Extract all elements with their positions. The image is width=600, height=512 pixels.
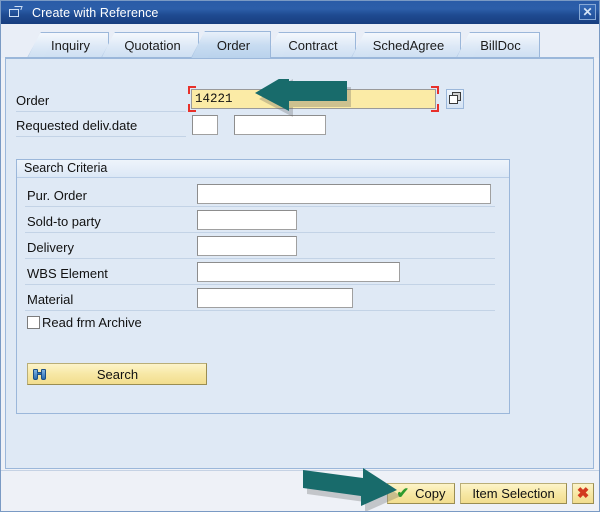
order-input[interactable] [191,89,436,109]
red-x-icon: ✖ [576,485,590,502]
pur-order-input[interactable] [197,184,491,204]
delivery-input[interactable] [197,236,297,256]
multiple-selection-icon[interactable] [446,89,464,109]
pur-order-divider [25,206,495,207]
item-selection-button-label: Item Selection [472,486,555,501]
order-row-divider [16,111,186,112]
tab-schedagree[interactable]: SchedAgree [351,32,461,58]
dialog-titlebar: Create with Reference ✕ [1,1,599,25]
tab-billdoc[interactable]: BillDoc [456,32,540,58]
order-label: Order [16,92,50,108]
binoculars-icon [32,367,47,381]
cancel-button[interactable]: ✖ [572,483,594,504]
close-icon[interactable]: ✕ [579,4,596,20]
sold-to-party-divider [25,232,495,233]
order-row: Order [16,89,49,111]
wbs-element-input[interactable] [197,262,400,282]
dialog-title: Create with Reference [32,5,159,20]
search-button-label: Search [96,366,139,382]
material-row: Material [27,288,73,310]
dialog-footer: ✔ Copy Item Selection ✖ [1,470,599,511]
copy-button[interactable]: ✔ Copy [387,483,455,504]
deliv-date-row-divider [16,136,186,137]
wbs-element-label: WBS Element [27,265,108,281]
tabstrip: Inquiry Quotation Order Contract SchedAg… [1,24,599,58]
tab-quotation[interactable]: Quotation [101,32,199,58]
search-criteria-title: Search Criteria [17,160,509,178]
material-divider [25,310,495,311]
tab-label: Contract [288,38,338,53]
item-selection-button[interactable]: Item Selection [460,483,567,504]
copy-button-label: Copy [415,486,446,501]
requested-deliv-date-row: Requested deliv.date [16,114,137,136]
search-criteria-groupbox: Search Criteria Pur. Order Sold-to party… [16,159,510,414]
requested-deliv-date-input[interactable] [234,115,326,135]
tab-label: Order [216,37,251,53]
tab-contract[interactable]: Contract [265,32,356,58]
tab-label: Inquiry [50,38,91,53]
tab-order[interactable]: Order [191,31,271,58]
requested-deliv-date-short-input[interactable] [192,115,218,135]
green-check-icon: ✔ [396,485,410,502]
create-with-reference-dialog: Create with Reference ✕ Inquiry Quotatio… [0,0,600,512]
tab-label: BillDoc [480,38,521,53]
sold-to-party-row: Sold-to party [27,210,101,232]
requested-deliv-date-label: Requested deliv.date [16,117,138,133]
wbs-element-divider [25,284,495,285]
material-input[interactable] [197,288,353,308]
tab-inquiry[interactable]: Inquiry [27,32,109,58]
delivery-row: Delivery [27,236,74,258]
delivery-divider [25,258,495,259]
window-restore-icon [9,5,25,20]
checkbox-box-icon[interactable] [27,316,40,329]
sold-to-party-label: Sold-to party [27,213,101,229]
delivery-label: Delivery [27,239,74,255]
read-frm-archive-checkbox[interactable]: Read frm Archive [27,315,142,330]
sold-to-party-input[interactable] [197,210,297,230]
tab-label: SchedAgree [372,38,445,53]
material-label: Material [27,291,74,307]
search-button[interactable]: Search [27,363,207,385]
pur-order-label: Pur. Order [27,187,87,203]
wbs-element-row: WBS Element [27,262,108,284]
pur-order-row: Pur. Order [27,184,87,206]
read-frm-archive-label: Read frm Archive [42,315,142,330]
tab-label: Quotation [124,38,181,53]
tab-content-order: Order Requested deliv.date Search Criter… [5,57,594,469]
